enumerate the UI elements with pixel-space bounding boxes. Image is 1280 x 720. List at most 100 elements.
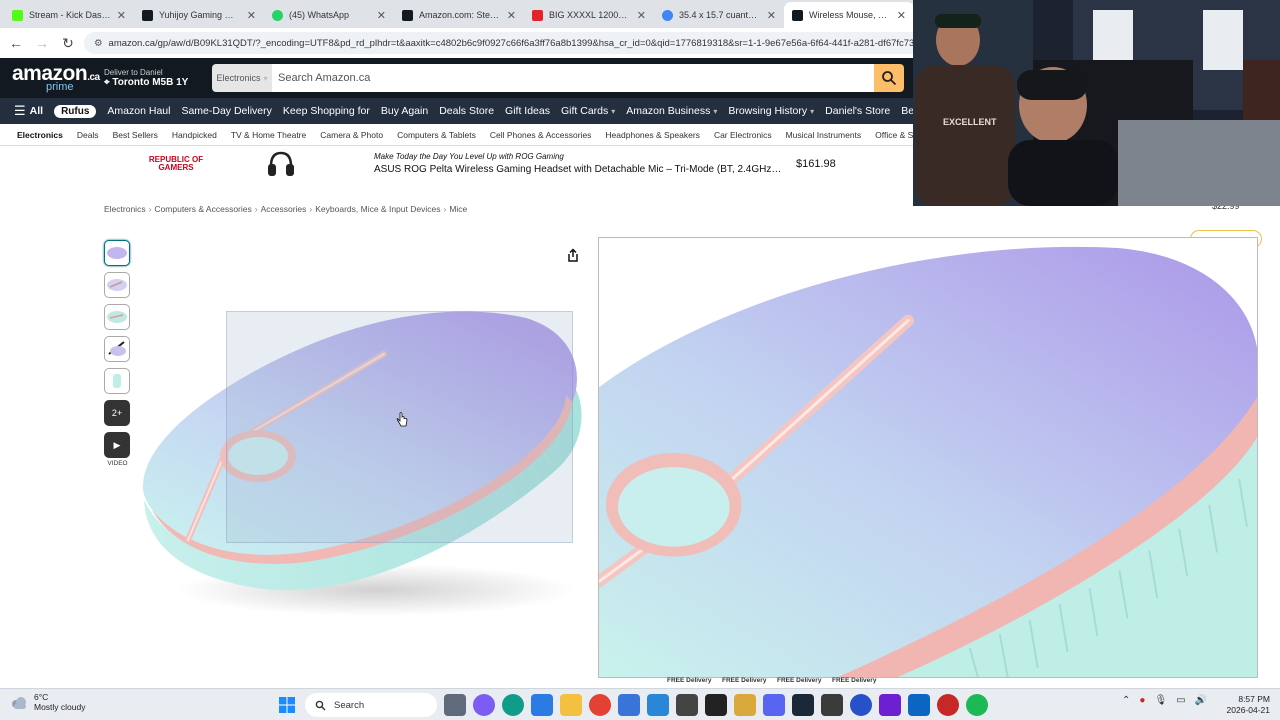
category-link[interactable]: Headphones & Speakers (605, 130, 700, 140)
breadcrumb-link[interactable]: Mice (449, 204, 467, 214)
nav-item-keep-shopping[interactable]: Keep Shopping for (283, 105, 370, 117)
nav-item-browsing-history[interactable]: Browsing History ▾ (728, 105, 814, 117)
share-icon[interactable] (566, 248, 580, 266)
breadcrumb-link[interactable]: Computers & Accessories (154, 204, 251, 214)
mail-icon[interactable] (531, 694, 553, 716)
free-delivery-label: FREE Delivery (777, 677, 822, 684)
close-icon[interactable]: ✕ (897, 9, 906, 22)
category-link[interactable]: Musical Instruments (786, 130, 862, 140)
thumbnail-3[interactable] (104, 304, 130, 330)
taskbar-search[interactable]: Search (305, 693, 437, 717)
file-explorer-icon[interactable] (560, 694, 582, 716)
system-tray: ⌃ ● 🎙 ▭ 🔊 (1122, 695, 1207, 706)
breadcrumb-link[interactable]: Electronics (104, 204, 146, 214)
site-info-icon[interactable]: ⚙ (94, 38, 103, 49)
category-link[interactable]: Handpicked (172, 130, 217, 140)
deliver-to[interactable]: Deliver to Daniel ⌖ Toronto M5B 1Y (104, 68, 196, 89)
copilot-icon[interactable] (473, 694, 495, 716)
forward-arrow-icon[interactable]: → (32, 35, 52, 51)
close-icon[interactable]: ✕ (637, 9, 646, 22)
spotify-icon[interactable] (966, 694, 988, 716)
rufus-button[interactable]: Rufus (54, 104, 97, 118)
breadcrumb-link[interactable]: Accessories (261, 204, 307, 214)
tray-app-icon[interactable]: ● (1139, 695, 1145, 706)
category-link[interactable]: TV & Home Theatre (231, 130, 306, 140)
store-icon[interactable] (618, 694, 640, 716)
steam-icon[interactable] (792, 694, 814, 716)
capcut-icon[interactable] (705, 694, 727, 716)
grid-app-icon[interactable] (676, 694, 698, 716)
vscode-icon[interactable] (647, 694, 669, 716)
discord-icon[interactable] (763, 694, 785, 716)
nav-item-gift-cards[interactable]: Gift Cards ▾ (561, 105, 615, 117)
thumbnail-video[interactable]: ▶ (104, 432, 130, 458)
tab-title: Yuhijoy Gaming Mouse (159, 10, 241, 20)
app-red-icon[interactable] (937, 694, 959, 716)
notes-icon[interactable] (734, 694, 756, 716)
nav-item-amazon-haul[interactable]: Amazon Haul (107, 105, 170, 117)
nav-item-label: Gift Cards (561, 105, 609, 117)
tab-favicon (662, 9, 673, 21)
category-link[interactable]: Deals (77, 130, 99, 140)
nav-item-amazon-business[interactable]: Amazon Business ▾ (626, 105, 717, 117)
search-button[interactable] (874, 64, 904, 92)
weather-widget[interactable]: 6°C Mostly cloudy (10, 692, 86, 713)
windows-start-icon[interactable] (276, 694, 298, 716)
close-icon[interactable]: ✕ (377, 9, 386, 22)
sponsored-ad-banner[interactable]: REPUBLIC OF GAMERS Make Today the Day Yo… (116, 146, 916, 182)
category-link[interactable]: Cell Phones & Accessories (490, 130, 592, 140)
notepad-icon[interactable] (821, 694, 843, 716)
browser-tab[interactable]: (45) WhatsApp ✕ (264, 2, 394, 28)
search-input[interactable]: Search Amazon.ca (272, 64, 874, 92)
category-link[interactable]: Camera & Photo (320, 130, 383, 140)
thumbnail-1[interactable] (104, 240, 130, 266)
network-icon[interactable]: ▭ (1176, 695, 1185, 706)
thumbnail-2[interactable] (104, 272, 130, 298)
nav-item-deals-store[interactable]: Deals Store (439, 105, 494, 117)
chevron-down-icon: ▾ (611, 107, 616, 116)
category-link[interactable]: Best Sellers (113, 130, 158, 140)
microphone-icon[interactable]: 🎙 (1154, 695, 1167, 706)
thumbnail-5[interactable] (104, 368, 130, 394)
tab-favicon (272, 9, 283, 21)
thumbnail-more[interactable]: 2+ (104, 400, 130, 426)
back-arrow-icon[interactable]: ← (6, 35, 26, 51)
nav-item-same-day[interactable]: Same-Day Delivery (181, 105, 271, 117)
browser-tab[interactable]: Yuhijoy Gaming Mouse ✕ (134, 2, 264, 28)
thumbnail-4[interactable] (104, 336, 130, 362)
close-icon[interactable]: ✕ (117, 9, 126, 22)
task-view-icon[interactable] (444, 694, 466, 716)
linkedin-icon[interactable] (908, 694, 930, 716)
browser-tab[interactable]: Amazon.com: SteelSeri ✕ (394, 2, 524, 28)
nav-item-daniels-store[interactable]: Daniel's Store (825, 105, 890, 117)
all-menu-button[interactable]: ☰ All (14, 103, 43, 119)
category-electronics[interactable]: Electronics (17, 130, 63, 140)
close-icon[interactable]: ✕ (247, 9, 256, 22)
search-department-select[interactable]: Electronics ▾ (212, 64, 272, 92)
browser-tab[interactable]: Stream - Kick Dashboa ✕ (4, 2, 134, 28)
clock[interactable]: 8:57 PM 2026-04-21 (1196, 694, 1270, 715)
category-link[interactable]: Car Electronics (714, 130, 772, 140)
breadcrumb-separator: › (148, 204, 152, 214)
nav-item-gift-ideas[interactable]: Gift Ideas (505, 105, 550, 117)
video-label: VIDEO (107, 460, 128, 467)
browser-tab[interactable]: 35.4 x 15.7 cuanto es e ✕ (654, 2, 784, 28)
ad-product-title[interactable]: ASUS ROG Pelta Wireless Gaming Headset w… (374, 163, 784, 177)
app-purple-icon[interactable] (879, 694, 901, 716)
nav-item-buy-again[interactable]: Buy Again (381, 105, 428, 117)
taskbar-search-label: Search (334, 699, 365, 711)
category-link[interactable]: Computers & Tablets (397, 130, 476, 140)
app-blue-icon[interactable] (850, 694, 872, 716)
amazon-logo[interactable]: amazon.ca prime (12, 63, 100, 93)
edge-icon[interactable] (502, 694, 524, 716)
browser-tab[interactable]: BIG XXXXL 1200x600x5 ✕ (524, 2, 654, 28)
close-icon[interactable]: ✕ (767, 9, 776, 22)
browser-tab-active[interactable]: Wireless Mouse, Vssop ✕ (784, 2, 914, 28)
nav-item-label: Browsing History (728, 105, 808, 117)
breadcrumb-link[interactable]: Keyboards, Mice & Input Devices (315, 204, 440, 214)
chrome-icon[interactable] (589, 694, 611, 716)
reload-icon[interactable]: ↻ (58, 35, 78, 52)
chevron-up-icon[interactable]: ⌃ (1122, 695, 1130, 706)
taskbar-apps: Search (276, 693, 988, 717)
close-icon[interactable]: ✕ (507, 9, 516, 22)
